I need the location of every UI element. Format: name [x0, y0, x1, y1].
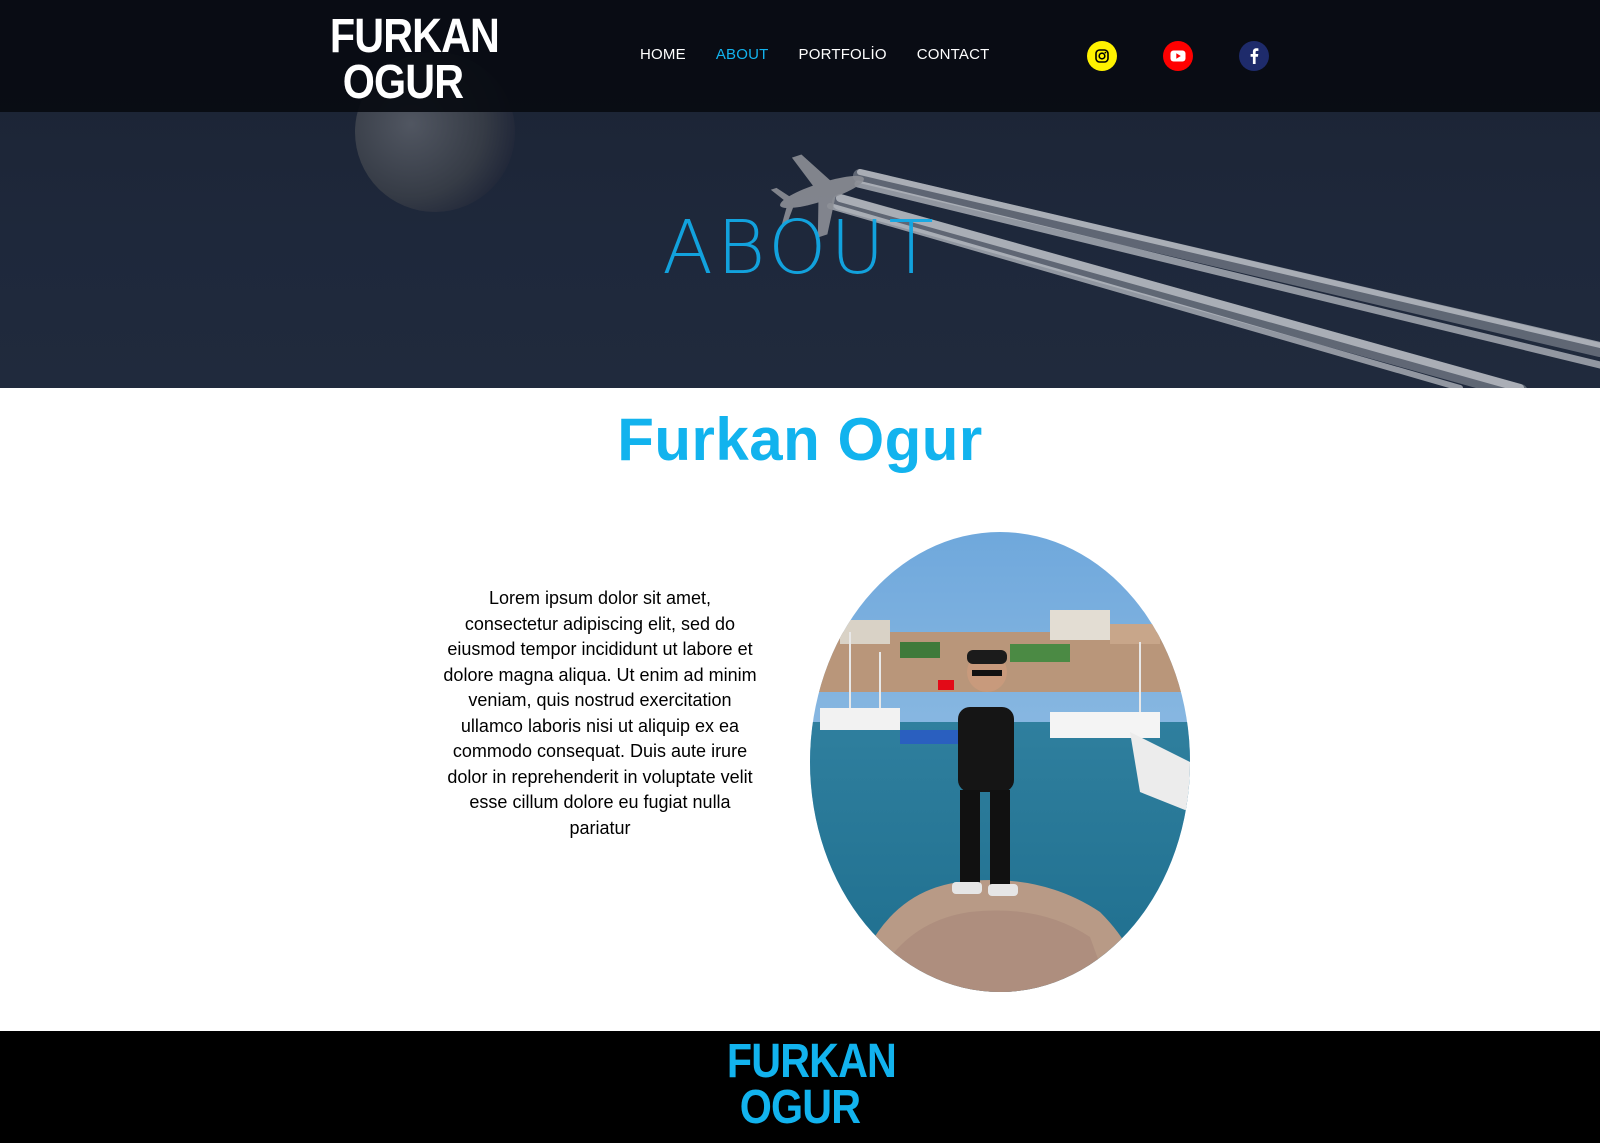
site-footer: FURKAN OGUR [0, 1031, 1600, 1143]
footer-logo-line-2: OGUR [739, 1081, 861, 1134]
site-logo[interactable]: FURKAN OGUR [329, 10, 500, 109]
instagram-link[interactable] [1087, 41, 1117, 71]
nav-item-home[interactable]: HOME [640, 46, 686, 63]
footer-logo[interactable]: FURKAN OGUR [726, 1035, 897, 1134]
about-description: Lorem ipsum dolor sit amet, consectetur … [443, 588, 757, 838]
footer-logo-line-1: FURKAN [726, 1035, 897, 1088]
facebook-icon [1250, 48, 1259, 64]
about-name-heading: Furkan Ogur [617, 406, 983, 473]
hero-title: ABOUT [0, 205, 1600, 291]
nav-item-about[interactable]: ABOUT [716, 46, 769, 63]
instagram-icon [1095, 49, 1109, 63]
nav-item-portfolio[interactable]: PORTFOLİO [799, 46, 887, 63]
nav-item-contact[interactable]: CONTACT [917, 46, 990, 63]
profile-photo-image [810, 532, 1190, 992]
logo-line-2: OGUR [342, 56, 464, 109]
profile-photo [810, 532, 1190, 992]
hero-title-text: ABOUT [662, 205, 938, 291]
logo-line-1: FURKAN [329, 10, 500, 63]
facebook-link[interactable] [1239, 41, 1269, 71]
youtube-icon [1170, 50, 1186, 62]
youtube-link[interactable] [1163, 41, 1193, 71]
main-nav: HOME ABOUT PORTFOLİO CONTACT [640, 46, 990, 63]
top-navbar: FURKAN OGUR HOME ABOUT PORTFOLİO CONTACT [0, 0, 1600, 112]
